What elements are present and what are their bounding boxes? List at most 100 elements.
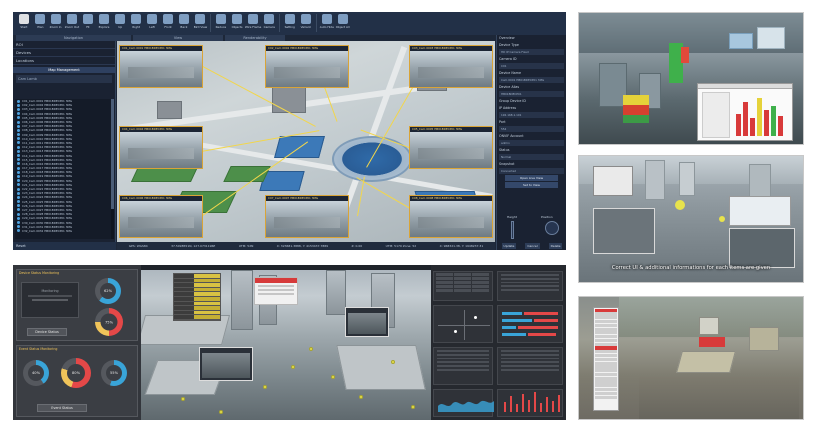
toolbar-button-variant[interactable]: Variant bbox=[298, 12, 314, 35]
camera-popup[interactable] bbox=[593, 166, 633, 196]
toolbar-button-wire-frame[interactable]: Wire Frame bbox=[245, 12, 261, 35]
camera-icon bbox=[17, 187, 20, 191]
video-popup[interactable] bbox=[345, 307, 389, 337]
ip-address-field[interactable]: 192.168.1.101 bbox=[499, 112, 564, 118]
device-name-field[interactable]: Cam 0001 HB01BDECP01 3MG bbox=[499, 77, 564, 83]
toolbar-button-bird-view[interactable]: Bird View bbox=[192, 12, 208, 35]
event-status-button[interactable]: Event Status bbox=[37, 404, 87, 412]
camera-feed-8[interactable]: C08_Cam 0008 HB01BDECP01 3MG bbox=[409, 195, 493, 238]
map-3d-view[interactable]: C01_Cam 0001 HB01BDECP01 3MG C02_Cam 000… bbox=[117, 41, 495, 242]
camera-feed-1[interactable]: C01_Cam 0001 HB01BDECP01 3MG bbox=[119, 45, 203, 88]
sensor-pin[interactable] bbox=[291, 365, 295, 369]
toolbar-button-camera[interactable]: Camera bbox=[261, 12, 277, 35]
sensor-pin[interactable] bbox=[181, 397, 185, 401]
card-header: Device Status Monitoring bbox=[19, 271, 60, 275]
toolbar-button-explore[interactable]: Explore bbox=[96, 12, 112, 35]
height-slider[interactable] bbox=[511, 221, 514, 239]
device-type-field[interactable]: HD IP Camera Fixed bbox=[499, 49, 564, 55]
dashboard-3d-city-view[interactable] bbox=[141, 265, 431, 420]
camera-feed-image bbox=[410, 201, 492, 237]
monitoring-bar bbox=[28, 295, 72, 297]
camera-feed-4[interactable]: C04_Cam 0004 HB01BDECP01 3MG bbox=[119, 126, 203, 169]
toolbar-button-zoom-in[interactable]: Zoom In bbox=[48, 12, 64, 35]
toolbar-button-label: Auto Hide bbox=[319, 25, 335, 29]
camera-feed-5[interactable]: C05_Cam 0005 HB01BDECP01 3MG bbox=[409, 126, 493, 169]
fit-icon bbox=[83, 14, 93, 24]
set-to-view-button[interactable]: Set to View bbox=[505, 182, 558, 188]
scrollbar-thumb[interactable] bbox=[111, 99, 114, 209]
onvif-account-field[interactable]: admin bbox=[499, 140, 564, 146]
cam-label-field[interactable]: Cam Lamb bbox=[16, 75, 112, 83]
window-bar-chart bbox=[734, 94, 788, 136]
camera-feed-image bbox=[410, 132, 492, 168]
toolbar-button-objects[interactable]: Objects bbox=[229, 12, 245, 35]
ptz-direction-pad[interactable] bbox=[545, 221, 559, 235]
toolbar-button-plan[interactable]: Plan bbox=[32, 12, 48, 35]
camera-icon bbox=[17, 137, 20, 141]
video-popup[interactable] bbox=[199, 347, 253, 381]
camera-list-item[interactable]: C32_Cam 0032 HB01BDECP01 3MG bbox=[15, 229, 111, 233]
bottom-actions: Update Cancel Delete bbox=[497, 243, 566, 249]
sensor-pin[interactable] bbox=[411, 405, 415, 409]
camera-feed-6[interactable]: C06_Cam 0006 HB01BDECP01 3MG bbox=[119, 195, 203, 238]
sensor-pin[interactable] bbox=[309, 347, 313, 351]
reset-button[interactable]: Reset bbox=[13, 242, 116, 250]
delete-button[interactable]: Delete bbox=[548, 243, 563, 249]
toolbar-button-up[interactable]: Up bbox=[112, 12, 128, 35]
toolbar-button-start[interactable]: Start bbox=[16, 12, 32, 35]
toolbar-button-front[interactable]: Front bbox=[160, 12, 176, 35]
toolbar-button-reduce[interactable]: Reduce bbox=[213, 12, 229, 35]
district-list-popup[interactable] bbox=[593, 307, 619, 411]
camera-feed-7[interactable]: C07_Cam 0007 HB01BDECP01 3MG bbox=[265, 195, 349, 238]
aerial-district-view bbox=[578, 296, 804, 420]
vertical-bar-panel bbox=[497, 389, 563, 417]
camera-icon bbox=[17, 141, 20, 145]
camera-pin[interactable] bbox=[675, 200, 685, 210]
open-live-view-button[interactable]: Open Live View bbox=[505, 175, 558, 181]
tower-building bbox=[231, 270, 253, 330]
toolbar-button-object-all[interactable]: Object All bbox=[335, 12, 351, 35]
toolbar-button-auto-hide[interactable]: Auto Hide bbox=[319, 12, 335, 35]
roi-row[interactable]: ROI bbox=[13, 41, 115, 49]
camera-icon bbox=[17, 221, 20, 225]
toolbar-button-zoom-out[interactable]: Zoom Out bbox=[64, 12, 80, 35]
camera-list-scrollbar[interactable] bbox=[111, 99, 114, 239]
main-app-window: Start Plan Zoom In Zoom Out Fit Explore Up Righ… bbox=[13, 12, 566, 250]
sensor-pin[interactable] bbox=[359, 395, 363, 399]
donut-value: 80% bbox=[67, 364, 85, 382]
info-popup[interactable] bbox=[729, 196, 791, 226]
cancel-button[interactable]: Cancel bbox=[525, 243, 540, 249]
toolbar-button-right[interactable]: Right bbox=[128, 12, 144, 35]
toolbar-button-setting[interactable]: Setting bbox=[282, 12, 298, 35]
port-field[interactable]: 554 bbox=[499, 126, 564, 132]
camera-pin[interactable] bbox=[719, 216, 725, 222]
bar-chart-window[interactable] bbox=[697, 83, 793, 141]
list-panel bbox=[497, 347, 563, 385]
camera-popup[interactable] bbox=[593, 208, 655, 254]
camera-list-label: C32_Cam 0032 HB01BDECP01 3MG bbox=[22, 228, 73, 233]
camera-icon bbox=[17, 200, 20, 204]
sensor-pin[interactable] bbox=[391, 360, 395, 364]
device-alias-field[interactable]: HB01BDECP01 bbox=[499, 91, 564, 97]
toolbar-button-left[interactable]: Left bbox=[144, 12, 160, 35]
toolbar-button-back[interactable]: Back bbox=[176, 12, 192, 35]
toolbar-button-fit[interactable]: Fit bbox=[80, 12, 96, 35]
sensor-pin[interactable] bbox=[219, 410, 223, 414]
toolbar: Start Plan Zoom In Zoom Out Fit Explore Up Righ… bbox=[13, 12, 566, 35]
camera-feed-2[interactable]: C02_Cam 0002 HB01BDECP01 3MG bbox=[265, 45, 349, 88]
camera-popup[interactable] bbox=[729, 228, 795, 268]
sensor-pin[interactable] bbox=[263, 385, 267, 389]
camera-feed-image bbox=[120, 51, 202, 87]
sensor-pin[interactable] bbox=[331, 375, 335, 379]
device-status-button[interactable]: Device Status bbox=[27, 328, 67, 336]
camera-feed-3[interactable]: C03_Cam 0003 HB01BDECP01 3MG bbox=[409, 45, 493, 88]
locations-row[interactable]: Locations bbox=[13, 57, 115, 65]
update-button[interactable]: Update bbox=[501, 243, 517, 249]
camera-id-field[interactable]: C01 bbox=[499, 63, 564, 69]
info-table-popup bbox=[173, 273, 221, 321]
camera-icon bbox=[264, 14, 274, 24]
back-icon bbox=[179, 14, 189, 24]
devices-row[interactable]: Devices bbox=[13, 49, 115, 57]
toolbar-button-label: Object All bbox=[336, 25, 350, 29]
alert-popup[interactable] bbox=[254, 277, 298, 305]
